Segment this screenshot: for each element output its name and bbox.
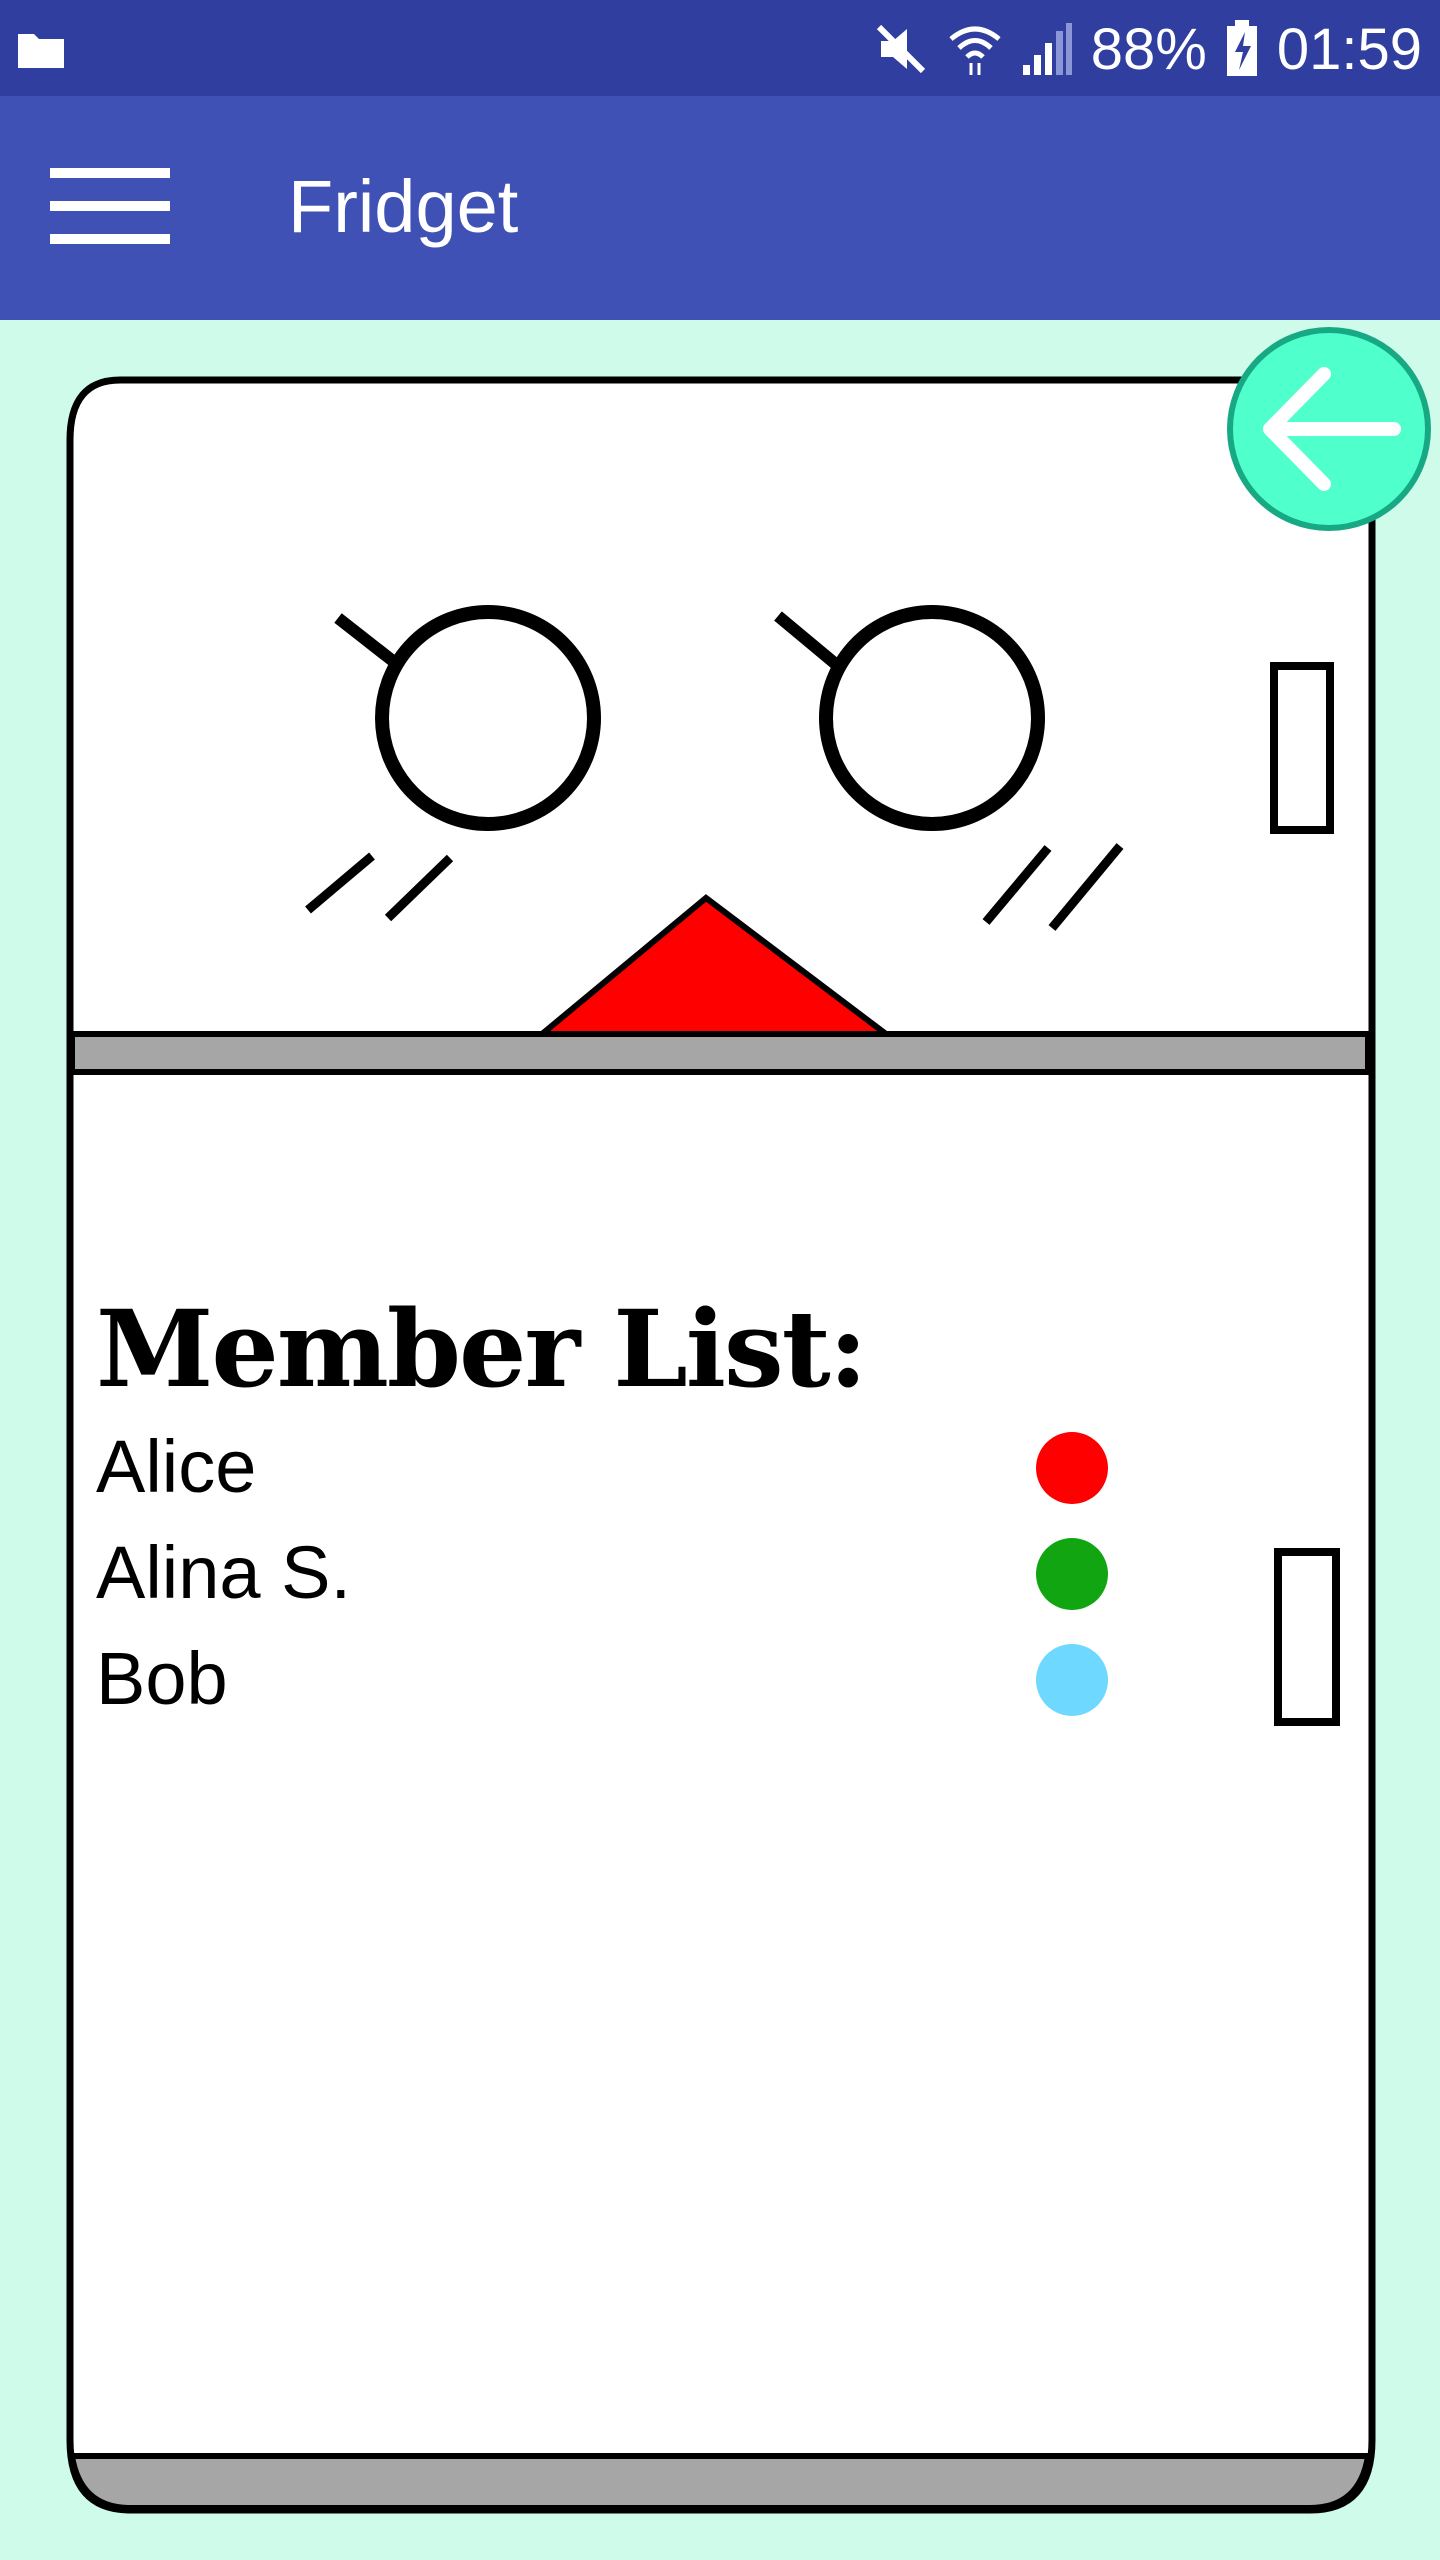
list-item[interactable]: Alice [96,1414,1196,1520]
member-name: Alice [96,1425,257,1508]
member-color-dot [1036,1432,1108,1504]
clock: 01:59 [1276,16,1422,82]
member-list: Member List: Alice Alina S. Bob [96,1284,1196,1732]
app-bar: Fridget [0,96,1440,320]
signal-icon [1022,23,1072,75]
member-list-title: Member List: [96,1286,868,1411]
list-item[interactable]: Bob [96,1626,1196,1732]
battery-percent: 88% [1090,16,1207,82]
member-color-dot [1036,1538,1108,1610]
lower-handle [1274,1548,1340,1726]
list-item[interactable]: Alina S. [96,1520,1196,1626]
fridge-divider [69,1031,1371,1075]
menu-button[interactable] [40,156,180,256]
back-button[interactable] [1226,326,1432,532]
member-name: Bob [96,1637,228,1720]
member-color-dot [1036,1644,1108,1716]
mute-icon [876,24,925,74]
hamburger-menu-icon [50,168,170,244]
fridge-base [68,2453,1372,2511]
folder-icon [18,34,64,68]
upper-handle [1270,662,1334,834]
status-icons: 88% 01:59 [873,14,1422,84]
status-bar: 88% 01:59 [0,0,1440,96]
back-arrow-icon [1227,327,1431,531]
wifi-icon [949,26,1001,75]
app-title: Fridget [288,165,519,248]
member-name: Alina S. [96,1531,352,1614]
battery-charging-icon [1226,20,1257,76]
